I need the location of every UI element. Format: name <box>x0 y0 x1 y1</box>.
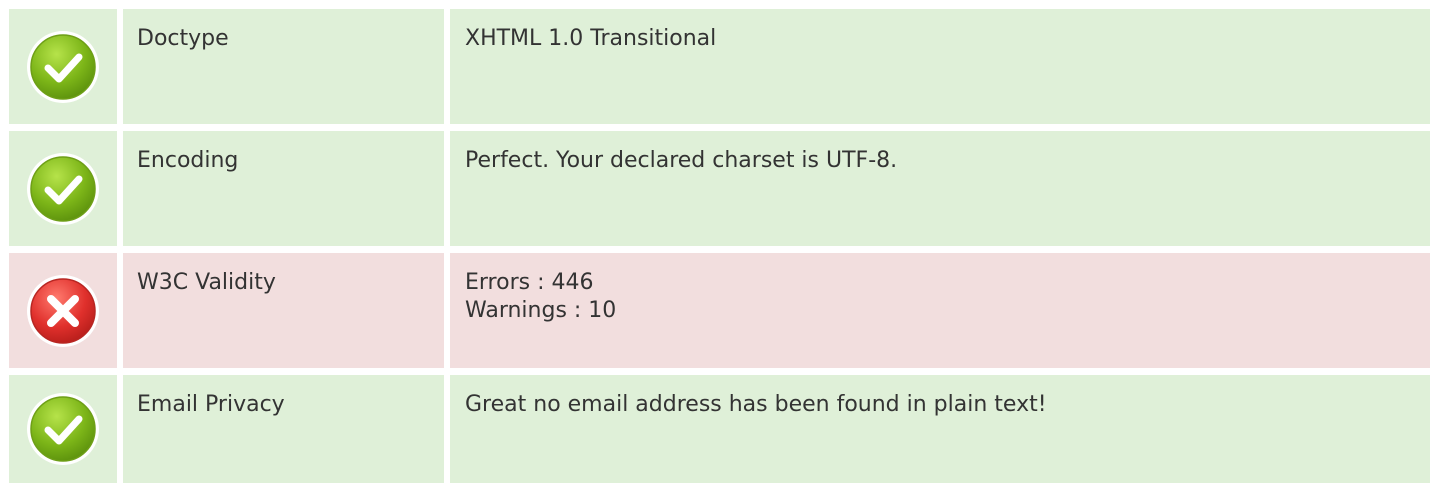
seo-report-table: Doctype XHTML 1.0 Transitional Encoding … <box>0 0 1430 483</box>
row-label: W3C Validity <box>123 253 444 368</box>
check-circle-icon <box>25 391 101 467</box>
row-label: Email Privacy <box>123 375 444 483</box>
row-value: Errors : 446 Warnings : 10 <box>450 253 1430 368</box>
cross-circle-icon <box>25 273 101 349</box>
row-value: Great no email address has been found in… <box>450 375 1430 483</box>
value-line: XHTML 1.0 Transitional <box>465 26 717 51</box>
row-label: Doctype <box>123 9 444 124</box>
row-value: XHTML 1.0 Transitional <box>450 9 1430 124</box>
report-row-doctype: Doctype XHTML 1.0 Transitional <box>9 9 1430 124</box>
value-line: Great no email address has been found in… <box>465 392 1047 417</box>
report-row-email-privacy: Email Privacy Great no email address has… <box>9 375 1430 483</box>
status-cell <box>9 253 117 368</box>
report-row-w3c-validity: W3C Validity Errors : 446 Warnings : 10 <box>9 253 1430 368</box>
check-circle-icon <box>25 151 101 227</box>
row-value: Perfect. Your declared charset is UTF-8. <box>450 131 1430 246</box>
row-label: Encoding <box>123 131 444 246</box>
report-row-encoding: Encoding Perfect. Your declared charset … <box>9 131 1430 246</box>
status-cell <box>9 375 117 483</box>
value-line-errors: Errors : 446 <box>465 270 594 295</box>
status-cell <box>9 9 117 124</box>
value-line: Perfect. Your declared charset is UTF-8. <box>465 148 898 173</box>
value-line-warnings: Warnings : 10 <box>465 298 617 323</box>
check-circle-icon <box>25 29 101 105</box>
status-cell <box>9 131 117 246</box>
